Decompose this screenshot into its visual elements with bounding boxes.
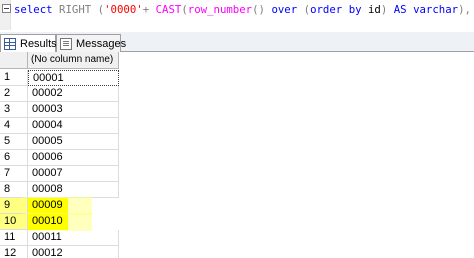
table-row[interactable]: 10 00010 — [0, 214, 119, 230]
grid-corner-cell[interactable] — [0, 52, 28, 69]
sql-token: id — [361, 3, 381, 16]
row-number[interactable]: 4 — [0, 118, 28, 134]
messages-icon — [60, 37, 72, 50]
table-cell[interactable]: 00005 — [28, 134, 119, 150]
tab-results[interactable]: Results — [0, 34, 57, 53]
row-number[interactable]: 7 — [0, 166, 28, 182]
sql-editor[interactable]: select RIGHT ('0000'+ CAST(row_number() … — [0, 0, 474, 30]
table-cell[interactable]: 00009 — [28, 198, 68, 214]
sql-token: AS — [393, 3, 407, 16]
row-number[interactable]: 2 — [0, 86, 28, 102]
row-number[interactable]: 9 — [0, 198, 28, 214]
tab-messages-label: Messages — [76, 37, 127, 50]
table-row[interactable]: 5 00005 — [0, 134, 119, 150]
sql-token: () — [252, 3, 272, 16]
table-cell[interactable]: 00011 — [28, 230, 119, 246]
table-row[interactable]: 3 00003 — [0, 102, 119, 118]
row-number[interactable]: 11 — [0, 230, 28, 246]
sql-token: ), 5) — [458, 3, 471, 16]
row-number[interactable]: 1 — [0, 70, 28, 86]
row-number[interactable]: 5 — [0, 134, 28, 150]
table-cell[interactable]: 00012 — [28, 246, 119, 258]
sql-token: '0000' — [104, 3, 143, 16]
tab-results-label: Results — [20, 38, 57, 50]
sql-token: ( — [297, 3, 311, 16]
results-grid[interactable]: (No column name) 1 00001 2 00002 3 00003 4 0000… — [0, 52, 474, 258]
sql-token: ) — [380, 3, 394, 16]
row-number[interactable]: 6 — [0, 150, 28, 166]
table-cell[interactable]: 00003 — [28, 102, 119, 118]
table-row[interactable]: 12 00012 — [0, 246, 119, 258]
sql-token: + — [142, 3, 156, 16]
row-number[interactable]: 3 — [0, 102, 28, 118]
sql-token: over — [271, 3, 298, 16]
table-row[interactable]: 8 00008 — [0, 182, 119, 198]
sql-token: row_number — [187, 3, 253, 16]
table-cell[interactable]: 00008 — [28, 182, 119, 198]
results-tab-bar: Results Messages — [0, 32, 474, 53]
table-row[interactable]: 2 00002 — [0, 86, 119, 102]
table-row[interactable]: 7 00007 — [0, 166, 119, 182]
collapse-icon[interactable] — [2, 4, 11, 13]
table-row[interactable]: 6 00006 — [0, 150, 119, 166]
sql-token: varchar — [413, 3, 459, 16]
row-number[interactable]: 8 — [0, 182, 28, 198]
table-row[interactable]: 11 00011 — [0, 230, 119, 246]
table-cell[interactable]: 00007 — [28, 166, 119, 182]
table-row[interactable]: 9 00009 — [0, 198, 119, 214]
tab-messages[interactable]: Messages — [56, 34, 126, 52]
table-row[interactable]: 4 00004 — [0, 118, 119, 134]
sql-token: select — [14, 3, 53, 16]
table-cell[interactable]: 00004 — [28, 118, 119, 134]
sql-query-line[interactable]: select RIGHT ('0000'+ CAST(row_number() … — [14, 2, 474, 18]
row-number[interactable]: 12 — [0, 246, 28, 258]
column-header[interactable]: (No column name) — [28, 52, 119, 69]
grid-icon — [4, 38, 16, 50]
row-number[interactable]: 10 — [0, 214, 28, 230]
sql-token: CAST — [155, 3, 182, 16]
table-cell[interactable]: 00006 — [28, 150, 119, 166]
table-cell[interactable]: 00002 — [28, 86, 119, 102]
sql-token: RIGHT — [52, 3, 98, 16]
sql-token: by — [348, 3, 362, 16]
sql-token: order — [310, 3, 343, 16]
table-cell[interactable]: 00010 — [28, 214, 68, 230]
table-cell[interactable]: 00001 — [28, 70, 119, 86]
table-row[interactable]: 1 00001 — [0, 70, 119, 86]
